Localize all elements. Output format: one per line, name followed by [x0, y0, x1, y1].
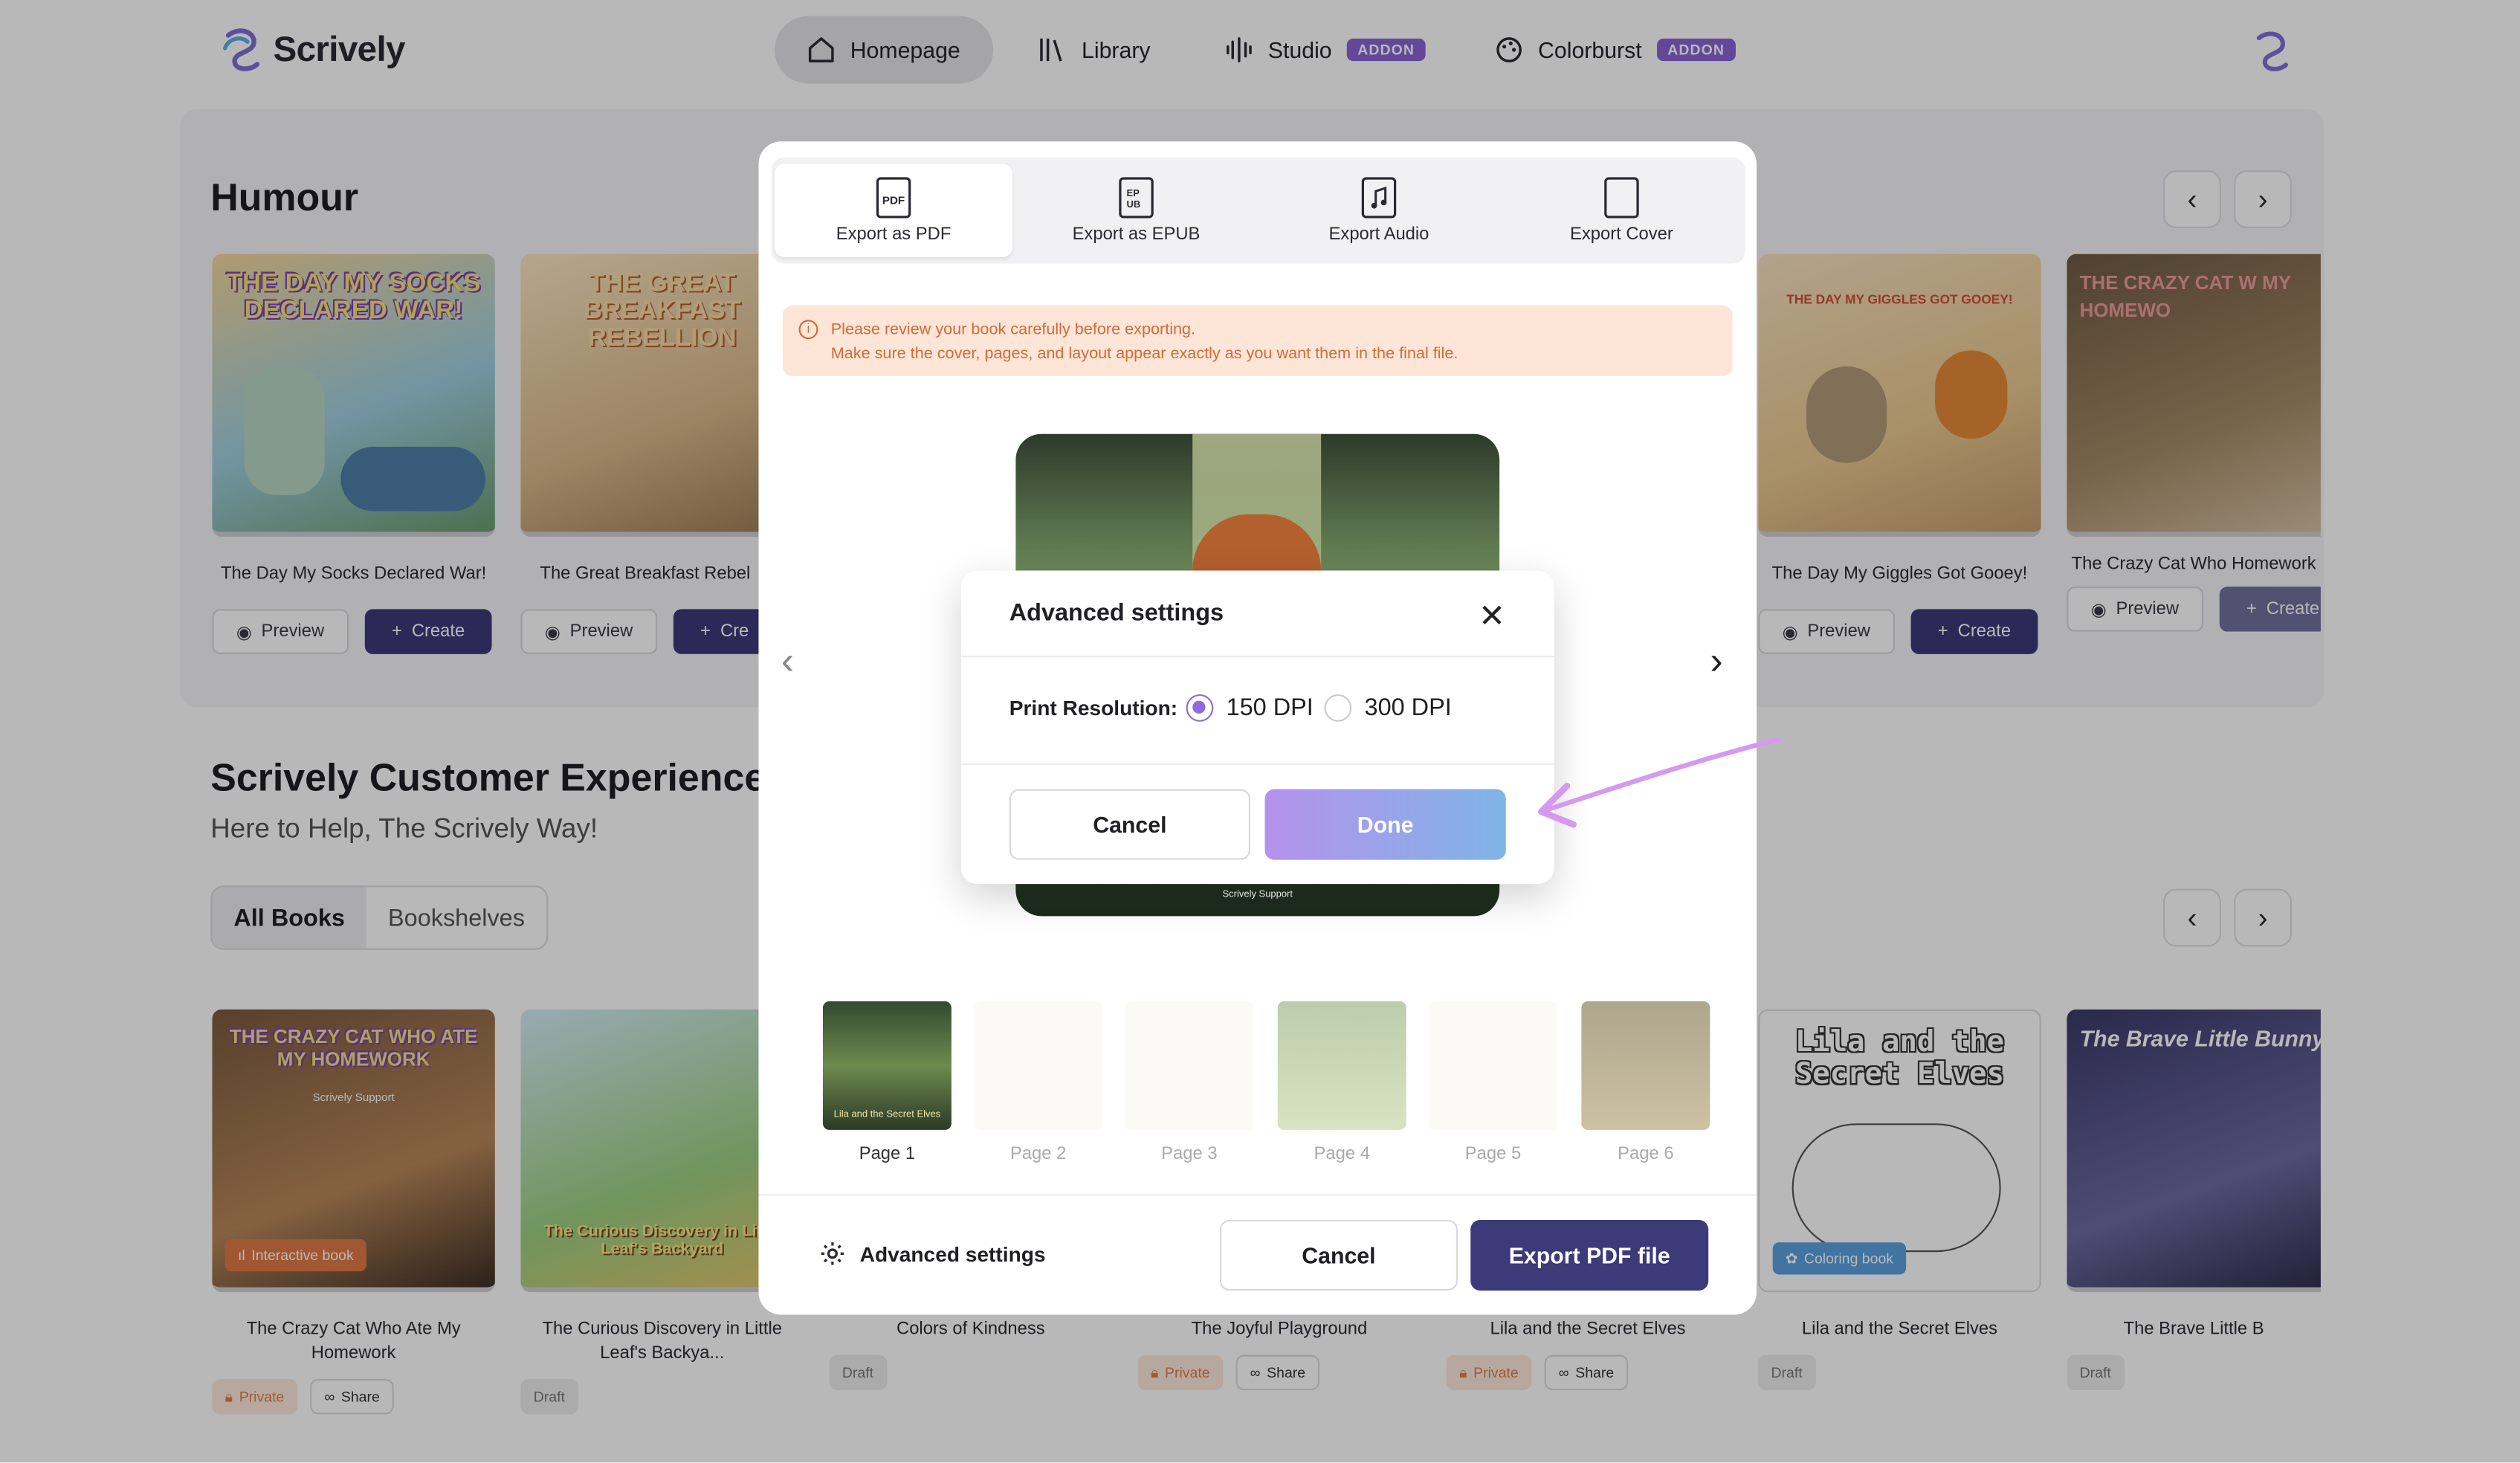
close-button[interactable]: ✕: [1479, 596, 1505, 636]
thumbnail-title: Lila and the Secret Elves: [833, 1110, 941, 1120]
divider: [960, 763, 1554, 766]
advanced-settings-label: Advanced settings: [859, 1241, 1046, 1266]
export-cancel-button[interactable]: Cancel: [1219, 1219, 1458, 1291]
page-label: Page 2: [1009, 1144, 1067, 1164]
cover-file-icon: [1604, 177, 1639, 219]
tab-label: Export as PDF: [836, 225, 952, 245]
audio-file-icon: [1361, 177, 1397, 219]
advanced-settings-link[interactable]: Advanced settings: [820, 1241, 1046, 1267]
export-tabbar: PDF Export as PDF EP UB Export as EPUB Ex…: [771, 157, 1745, 264]
advanced-cancel-button[interactable]: Cancel: [1009, 789, 1251, 860]
epub-file-icon: EPUB: [1119, 177, 1154, 219]
tab-export-audio[interactable]: Export Audio: [1260, 164, 1498, 257]
tab-label: Export Cover: [1570, 225, 1673, 245]
radio-unselected-icon: [1324, 694, 1352, 722]
page-thumbnail[interactable]: [1277, 1001, 1406, 1130]
preview-next-button[interactable]: ›: [1710, 639, 1722, 685]
info-icon: i: [798, 320, 818, 340]
radio-150-dpi[interactable]: 150 DPI: [1186, 694, 1314, 722]
export-pdf-button[interactable]: Export PDF file: [1470, 1219, 1709, 1291]
app-screen: Scrively Homepage Library Studio ADDON C…: [0, 0, 2520, 1463]
radio-label: 300 DPI: [1364, 694, 1452, 722]
page-label: Page 1: [859, 1144, 916, 1164]
notice-line-2: Make sure the cover, pages, and layout a…: [830, 345, 1458, 364]
advanced-settings-modal: Advanced settings ✕ Print Resolution: 15…: [960, 570, 1554, 885]
page-thumbnail[interactable]: [1125, 1001, 1254, 1130]
tab-export-pdf[interactable]: PDF Export as PDF: [775, 164, 1013, 257]
page-label: Page 3: [1161, 1144, 1218, 1164]
svg-text:UB: UB: [1127, 198, 1141, 210]
svg-text:PDF: PDF: [882, 195, 905, 207]
page-label: Page 5: [1464, 1144, 1522, 1164]
page-thumbnail[interactable]: [1429, 1001, 1557, 1130]
tab-label: Export Audio: [1328, 225, 1429, 245]
page-thumbnail[interactable]: [1581, 1001, 1710, 1130]
tab-export-cover[interactable]: Export Cover: [1502, 164, 1740, 257]
page-label: Page 6: [1618, 1144, 1674, 1164]
export-footer: Advanced settings Cancel Export PDF file: [758, 1194, 1757, 1314]
tab-label: Export as EPUB: [1072, 225, 1201, 245]
divider: [960, 656, 1554, 658]
chevron-right-icon: ›: [1710, 639, 1723, 683]
tab-export-epub[interactable]: EP UB Export as EPUB: [1018, 164, 1256, 257]
gear-icon: [821, 1242, 844, 1265]
preview-prev-button[interactable]: ‹: [781, 639, 794, 685]
page-thumbnail[interactable]: Lila and the Secret Elves: [822, 1001, 952, 1130]
radio-300-dpi[interactable]: 300 DPI: [1324, 694, 1452, 722]
svg-text:EP: EP: [1127, 187, 1140, 198]
pdf-file-icon: PDF: [876, 177, 911, 219]
close-icon: ✕: [1479, 599, 1506, 635]
page-thumbnail[interactable]: [974, 1001, 1103, 1130]
radio-selected-icon: [1186, 694, 1214, 722]
review-notice: i Please review your book carefully befo…: [782, 305, 1733, 376]
annotation-arrow-icon: [1538, 737, 1782, 828]
print-resolution-label: Print Resolution:: [1009, 696, 1178, 720]
radio-label: 150 DPI: [1226, 694, 1314, 722]
page-label: Page 4: [1314, 1144, 1370, 1164]
modal-title: Advanced settings: [1009, 599, 1224, 627]
notice-line-1: Please review your book carefully before…: [830, 321, 1196, 340]
done-button[interactable]: Done: [1264, 789, 1506, 860]
chevron-left-icon: ‹: [781, 639, 795, 683]
preview-caption: Scrively Support: [1222, 890, 1293, 900]
